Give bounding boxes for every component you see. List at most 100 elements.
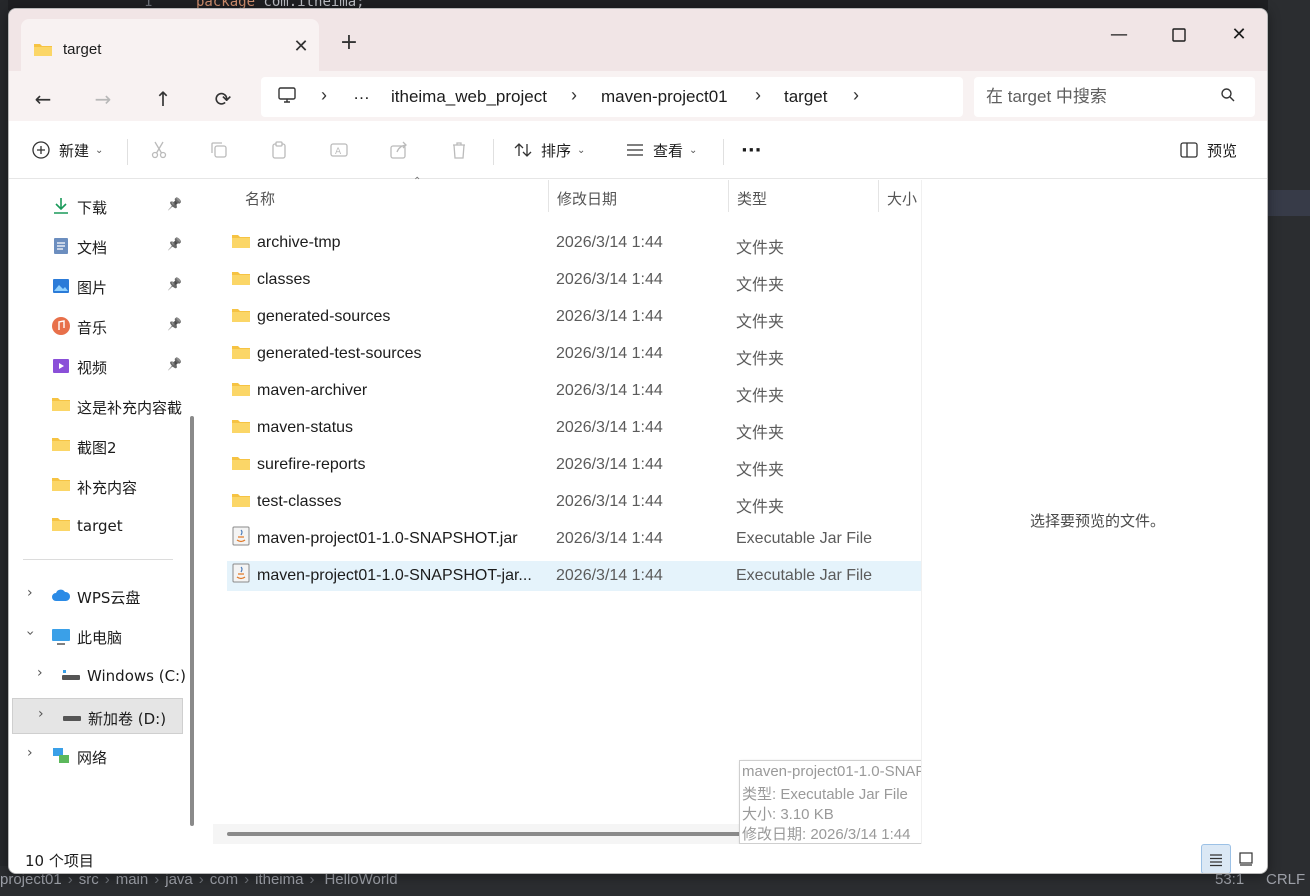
column-header-size[interactable]: 大小 [879,180,921,212]
divider [23,559,173,560]
file-row[interactable]: archive-tmp 2026/3/14 1:44 文件夹 [227,228,921,258]
file-row[interactable]: surefire-reports 2026/3/14 1:44 文件夹 [227,450,921,480]
chevron-right-icon[interactable]: › [571,85,577,106]
sidebar-item-wps[interactable]: › WPS云盘 [9,578,183,614]
navigation-pane: 下载 📌 文档 📌 图片 📌 音乐 📌 视频 📌 这是补充内容截 截图2 补充内容 target › WP… [9,180,195,844]
file-date: 2026/3/14 1:44 [556,234,663,251]
share-button[interactable] [389,135,409,165]
search-input[interactable] [984,83,1214,111]
forward-button[interactable]: → [83,79,123,119]
file-row[interactable]: maven-project01-1.0-SNAPSHOT.jar 2026/3/1… [227,524,921,554]
file-row[interactable]: generated-sources 2026/3/14 1:44 文件夹 [227,302,921,332]
sidebar-item-quick-access[interactable]: 这是补充内容截 [9,388,183,424]
sidebar-item-drive-d[interactable]: › 新加卷 (D:) [12,698,183,734]
sidebar-item-label: 音乐 [77,319,108,337]
sidebar-item-quick-access[interactable]: 音乐 📌 [9,308,183,344]
file-name: maven-archiver [257,382,368,399]
column-header-date[interactable]: 修改日期 [549,180,729,212]
more-options-button[interactable]: ··· [741,135,762,165]
file-row[interactable]: maven-status 2026/3/14 1:44 文件夹 [227,413,921,443]
sidebar-item-label: 新加卷 (D:) [88,710,167,728]
file-type: 文件夹 [736,277,785,294]
sidebar-item-label: 补充内容 [77,479,138,497]
address-segment[interactable]: target [784,87,827,107]
pin-icon[interactable]: 📌 [167,277,182,291]
address-overflow[interactable]: … [353,84,371,104]
file-row[interactable]: classes 2026/3/14 1:44 文件夹 [227,265,921,295]
new-tab-button[interactable]: + [335,29,363,57]
search-box[interactable] [974,77,1255,117]
paste-button[interactable] [269,135,289,165]
close-tab-icon[interactable]: ✕ [289,35,313,59]
rename-button[interactable]: A [329,135,349,165]
sidebar-item-quick-access[interactable]: 下载 📌 [9,188,183,224]
back-button[interactable]: ← [23,79,63,119]
sidebar-item-network[interactable]: › 网络 [9,738,183,774]
address-bar[interactable]: › … itheima_web_project › maven-project0… [261,77,963,117]
up-button[interactable]: ↑ [143,79,183,119]
music-icon [51,316,71,336]
maximize-button[interactable] [1149,17,1209,53]
sidebar-item-quick-access[interactable]: 补充内容 [9,468,183,504]
tab-target[interactable]: target ✕ [21,19,319,71]
sidebar-scrollbar[interactable] [190,416,194,826]
delete-button[interactable] [449,135,469,165]
cut-button[interactable] [149,135,169,165]
preview-pane-button[interactable]: 预览 [1179,135,1237,165]
sidebar-item-quick-access[interactable]: 视频 📌 [9,348,183,384]
copy-button[interactable] [209,135,229,165]
new-button[interactable]: 新建 ⌄ [31,135,103,165]
address-segment[interactable]: maven-project01 [601,87,728,107]
pin-icon[interactable]: 📌 [167,357,182,371]
pin-icon[interactable]: 📌 [167,197,182,211]
address-segment[interactable]: itheima_web_project [391,87,547,107]
file-row[interactable]: generated-test-sources 2026/3/14 1:44 文件夹 [227,339,921,369]
pin-icon[interactable]: 📌 [167,317,182,331]
pin-icon[interactable]: 📌 [167,237,182,251]
sidebar-item-quick-access[interactable]: 图片 📌 [9,268,183,304]
computer-icon [51,626,71,646]
picture-icon [51,276,71,296]
file-type: Executable Jar File [736,567,873,584]
tab-title: target [63,41,102,58]
chevron-right-icon[interactable]: › [321,85,327,106]
chevron-right-icon[interactable]: › [853,85,859,106]
file-row[interactable]: test-classes 2026/3/14 1:44 文件夹 [227,487,921,517]
column-header-name[interactable]: ⌃ 名称 [227,176,547,212]
details-view-icon [1210,854,1222,867]
details-view-button[interactable] [1201,844,1231,873]
chevron-right-icon[interactable]: › [755,85,761,106]
sidebar-item-label: 此电脑 [77,629,123,647]
file-date: 2026/3/14 1:44 [556,530,663,547]
file-row[interactable]: maven-archiver 2026/3/14 1:44 文件夹 [227,376,921,406]
minimize-button[interactable]: — [1089,17,1149,53]
list-view-icon [627,144,643,156]
chevron-right-icon[interactable]: › [38,706,44,722]
chevron-right-icon[interactable]: › [37,665,43,681]
download-icon [51,196,71,216]
chevron-down-icon[interactable]: › [22,630,38,636]
column-header-type[interactable]: 类型 [729,180,879,212]
sidebar-item-quick-access[interactable]: target [9,508,183,544]
chevron-right-icon[interactable]: › [27,585,33,601]
sidebar-item-quick-access[interactable]: 截图2 [9,428,183,464]
file-name: generated-test-sources [257,345,422,362]
chevron-right-icon[interactable]: › [27,745,33,761]
file-row[interactable]: maven-project01-1.0-SNAPSHOT-jar... 2026/… [227,561,921,591]
computer-icon[interactable] [277,85,297,110]
close-window-button[interactable]: ✕ [1209,17,1267,53]
sidebar-item-drive-c[interactable]: › Windows (C:) [9,658,186,694]
folder-icon [51,476,71,496]
sort-button[interactable]: 排序 ⌄ [513,135,585,165]
sidebar-item-this-pc[interactable]: › 此电脑 [9,618,183,654]
drive-icon [61,666,81,686]
search-icon[interactable] [1220,87,1236,107]
refresh-button[interactable]: ⟳ [203,79,243,119]
ide-line-ending[interactable]: CRLF [1266,871,1305,888]
view-button[interactable]: 查看 ⌄ [625,135,697,165]
file-date: 2026/3/14 1:44 [556,345,663,362]
sidebar-item-label: Windows (C:) [87,667,186,685]
new-label: 新建 [59,141,90,160]
sidebar-item-quick-access[interactable]: 文档 📌 [9,228,183,264]
tiles-view-button[interactable] [1231,844,1261,873]
